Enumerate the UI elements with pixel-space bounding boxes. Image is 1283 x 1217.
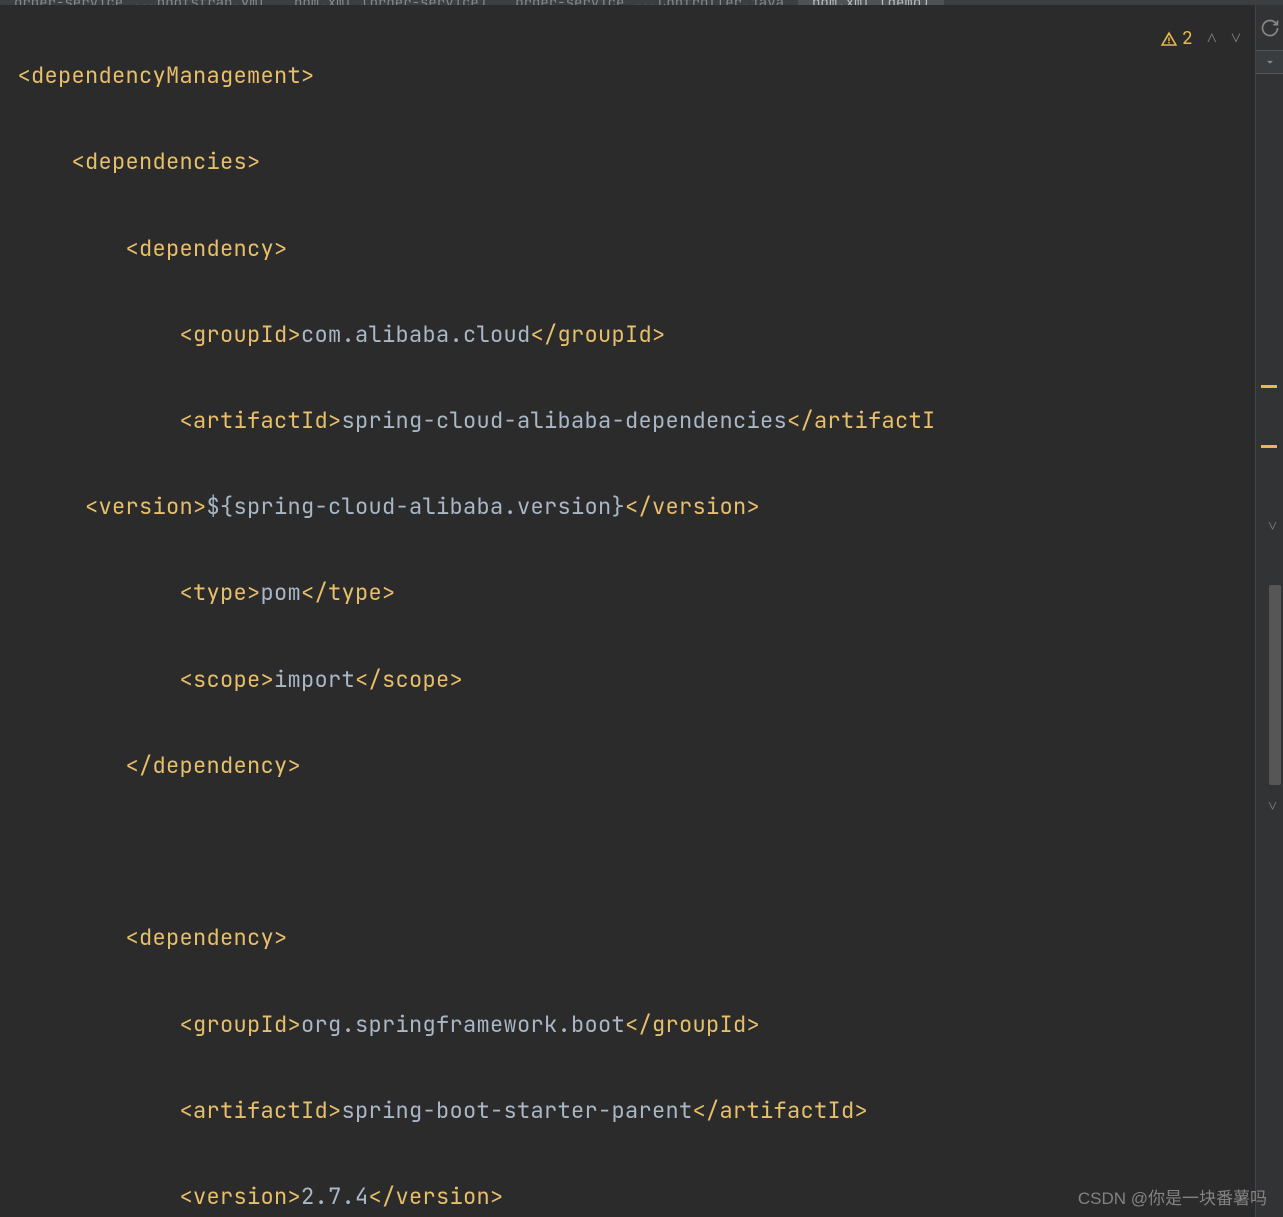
tag-dependency-open: <dependency> — [126, 923, 288, 952]
code-content[interactable]: <dependencyManagement> <dependencies> <d… — [0, 11, 1255, 1217]
d1-groupId: com.alibaba.cloud — [301, 320, 531, 349]
watermark-text: CSDN @你是一块番薯吗 — [1078, 1184, 1267, 1209]
error-stripe[interactable]: ˅ ˅ — [1255, 5, 1283, 1217]
chevron-down-icon[interactable]: ˅ — [1268, 515, 1277, 536]
d2-groupId: org.springframework.boot — [301, 1010, 625, 1039]
d2-artifactId: spring-boot-starter-parent — [342, 1096, 693, 1125]
gutter-dropdown-icon[interactable] — [1256, 50, 1283, 74]
code-editor[interactable]: 2 ˄ ˅ <dependencyManagement> <dependenci… — [0, 5, 1255, 1217]
d2-version: 2.7.4 — [301, 1182, 369, 1211]
scrollbar-thumb[interactable] — [1269, 585, 1281, 785]
inspection-status: 2 ˄ ˅ — [1160, 27, 1241, 50]
next-highlight-icon[interactable]: ˅ — [1231, 27, 1241, 50]
warning-marker[interactable] — [1261, 385, 1277, 388]
tag-dependencyManagement-open: <dependencyManagement> — [18, 61, 315, 90]
d1-artifactId: spring-cloud-alibaba-dependencies — [342, 406, 788, 435]
d1-type: pom — [261, 578, 302, 607]
d1-version: ${spring-cloud-alibaba.version} — [207, 492, 626, 521]
warning-count: 2 — [1182, 27, 1193, 50]
chevron-down-icon[interactable]: ˅ — [1268, 795, 1277, 816]
tag-dependency-close: </dependency> — [126, 751, 302, 780]
d1-scope: import — [274, 665, 355, 694]
tag-dependency-open: <dependency> — [126, 234, 288, 263]
tag-dependencies-open: <dependencies> — [72, 147, 261, 176]
refresh-icon[interactable] — [1256, 5, 1283, 50]
prev-highlight-icon[interactable]: ˄ — [1207, 27, 1217, 50]
warning-icon[interactable]: 2 — [1160, 27, 1193, 50]
warning-marker[interactable] — [1261, 445, 1277, 448]
